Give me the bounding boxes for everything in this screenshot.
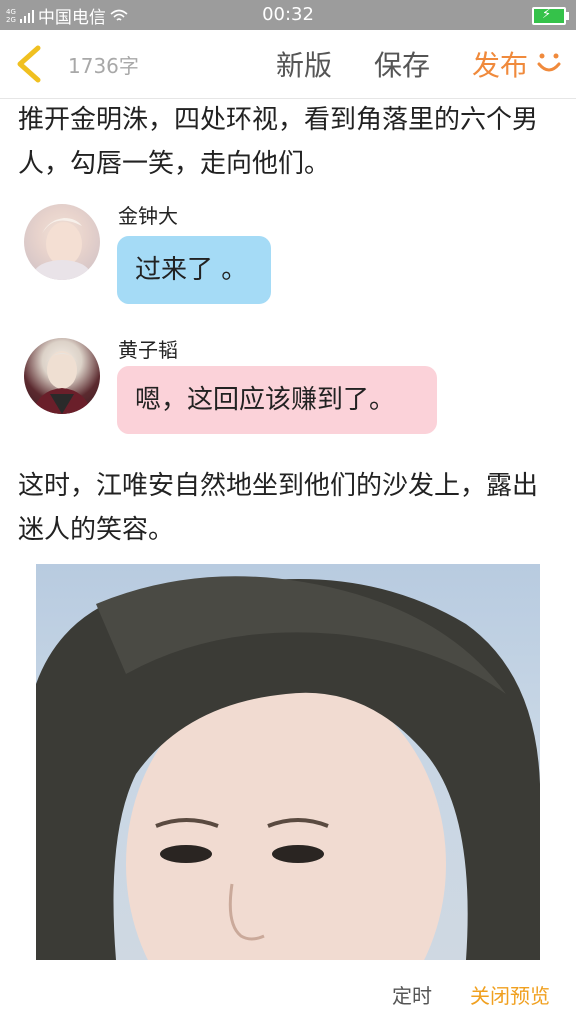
- speaker-name: 金钟大: [118, 204, 178, 228]
- chat-message: 黄子韬 嗯，这回应该赚到了。: [0, 330, 576, 440]
- back-arrow-icon[interactable]: [14, 44, 44, 84]
- chat-bubble: 过来了 。: [117, 236, 271, 304]
- story-paragraph: 推开金明洙，四处环视，看到角落里的六个男人，勾唇一笑，走向他们。: [18, 105, 539, 179]
- editor-toolbar: 1736字 新版 保存 发布: [0, 30, 576, 99]
- clock: 00:32: [262, 4, 314, 25]
- charging-icon: ⚡: [542, 7, 552, 22]
- close-preview-button[interactable]: 关闭预览: [470, 980, 550, 1009]
- emoji-icon[interactable]: [536, 50, 562, 76]
- avatar: [24, 204, 100, 280]
- new-version-button[interactable]: 新版: [276, 44, 332, 84]
- story-image: [36, 564, 540, 960]
- chat-message: 金钟大 过来了 。: [0, 196, 576, 308]
- bottom-action-bar: 定时 关闭预览: [0, 962, 576, 1024]
- status-bar: 4G 2G 中国电信 00:32 ⚡: [0, 0, 576, 30]
- save-button[interactable]: 保存: [374, 44, 430, 84]
- publish-button[interactable]: 发布: [472, 44, 528, 84]
- speaker-name: 黄子韬: [118, 338, 178, 362]
- chat-bubble: 嗯，这回应该赚到了。: [117, 366, 437, 434]
- avatar: [24, 338, 100, 414]
- schedule-button[interactable]: 定时: [392, 980, 432, 1009]
- story-paragraph: 这时，江唯安自然地坐到他们的沙发上，露出迷人的笑容。: [18, 471, 539, 545]
- battery-icon: ⚡: [532, 7, 569, 25]
- word-count: 1736字: [68, 54, 139, 78]
